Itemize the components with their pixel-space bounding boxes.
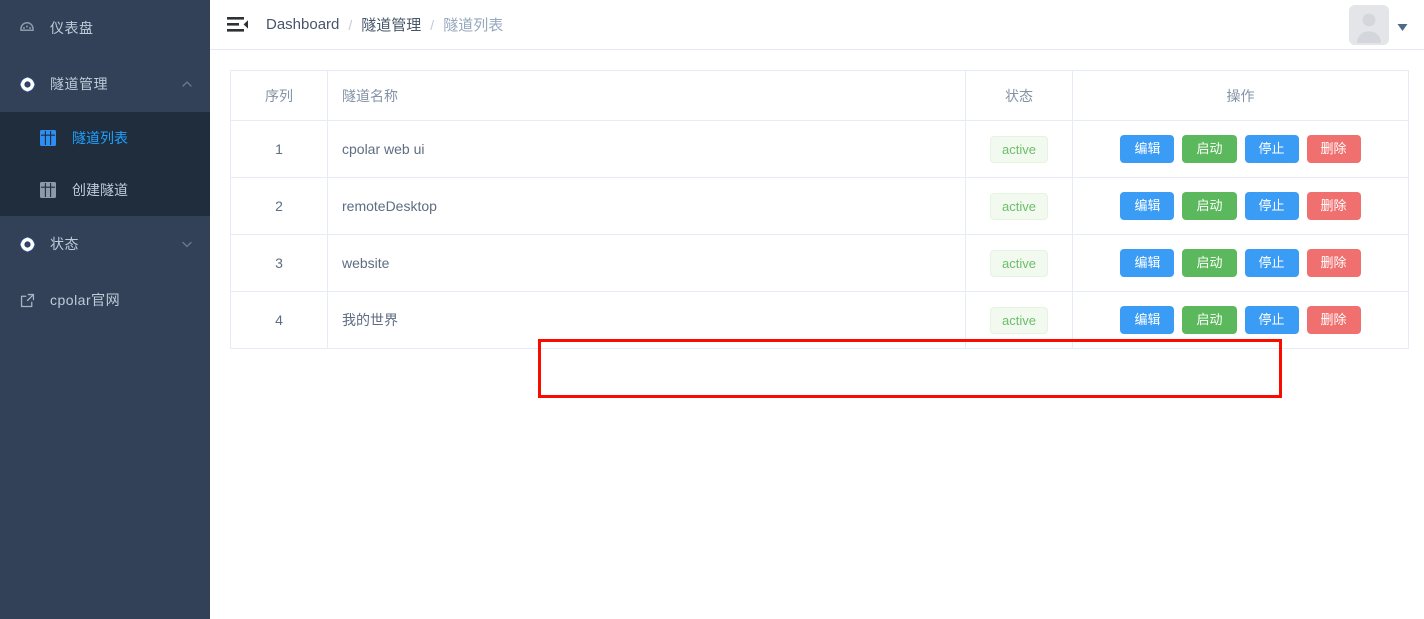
cell-seq: 4 (230, 291, 328, 349)
table-row[interactable]: 2 remoteDesktop active 编辑 启动 停止 删除 (230, 177, 1409, 235)
sidebar-item-tunnel-manage[interactable]: 隧道管理 (0, 56, 210, 112)
sidebar-item-dashboard[interactable]: 仪表盘 (0, 0, 210, 56)
grid-icon (38, 128, 58, 148)
sidebar-item-cpolar-website[interactable]: cpolar官网 (0, 272, 210, 328)
main-area: Dashboard / 隧道管理 / 隧道列表 序列 隧道名称 状态 操作 1 … (210, 0, 1424, 619)
action-button-group: 编辑 启动 停止 删除 (1073, 134, 1408, 164)
table-row[interactable]: 3 website active 编辑 启动 停止 删除 (230, 234, 1409, 292)
topbar: Dashboard / 隧道管理 / 隧道列表 (210, 0, 1424, 50)
chevron-down-icon (180, 237, 194, 251)
cell-actions: 编辑 启动 停止 删除 (1072, 291, 1409, 349)
stop-button[interactable]: 停止 (1244, 134, 1299, 164)
start-button[interactable]: 启动 (1182, 305, 1237, 335)
hamburger-collapse-icon[interactable] (224, 12, 250, 38)
breadcrumb-item-tunnel-list: 隧道列表 (443, 17, 504, 34)
cell-name: cpolar web ui (327, 120, 966, 178)
column-header-seq: 序列 (230, 70, 328, 121)
sidebar-item-label: 隧道管理 (50, 76, 108, 92)
cell-seq: 2 (230, 177, 328, 235)
breadcrumb-separator: / (348, 16, 353, 33)
cell-seq: 1 (230, 120, 328, 178)
breadcrumb-item-dashboard[interactable]: Dashboard (266, 16, 339, 33)
grid-icon (38, 180, 58, 200)
table-row[interactable]: 1 cpolar web ui active 编辑 启动 停止 删除 (230, 120, 1409, 178)
caret-down-icon[interactable] (1397, 19, 1409, 31)
sidebar-item-tunnel-list[interactable]: 隧道列表 (0, 112, 210, 164)
cell-state: active (965, 234, 1073, 292)
edit-button[interactable]: 编辑 (1120, 191, 1175, 221)
chevron-up-icon (180, 77, 194, 91)
cell-name: remoteDesktop (327, 177, 966, 235)
delete-button[interactable]: 删除 (1306, 248, 1361, 278)
stop-button[interactable]: 停止 (1244, 191, 1299, 221)
cell-state: active (965, 177, 1073, 235)
breadcrumb-item-tunnel-manage[interactable]: 隧道管理 (361, 14, 421, 35)
sidebar: 仪表盘 隧道管理 隧道列表 创建隧道 状态 cpolar官网 (0, 0, 210, 619)
table-header-row: 序列 隧道名称 状态 操作 (230, 70, 1409, 121)
sidebar-item-label: 仪表盘 (50, 20, 94, 36)
delete-button[interactable]: 删除 (1306, 191, 1361, 221)
status-icon (16, 233, 38, 255)
cell-state: active (965, 291, 1073, 349)
cell-actions: 编辑 启动 停止 删除 (1072, 120, 1409, 178)
sidebar-item-label: cpolar官网 (50, 292, 121, 308)
content-area: 序列 隧道名称 状态 操作 1 cpolar web ui active 编辑 … (210, 50, 1424, 619)
start-button[interactable]: 启动 (1182, 191, 1237, 221)
user-menu[interactable] (1349, 4, 1413, 45)
user-avatar-placeholder[interactable] (1349, 4, 1389, 45)
status-badge: active (990, 192, 1048, 220)
cell-name: 我的世界 (327, 291, 966, 349)
cell-state: active (965, 120, 1073, 178)
tunnel-manage-icon (16, 73, 38, 95)
status-badge: active (990, 249, 1048, 277)
sidebar-item-status[interactable]: 状态 (0, 216, 210, 272)
start-button[interactable]: 启动 (1182, 248, 1237, 278)
sidebar-item-label: 状态 (50, 236, 79, 252)
action-button-group: 编辑 启动 停止 删除 (1073, 248, 1408, 278)
tunnel-list-table: 序列 隧道名称 状态 操作 1 cpolar web ui active 编辑 … (230, 70, 1409, 349)
delete-button[interactable]: 删除 (1306, 305, 1361, 335)
status-badge: active (990, 306, 1048, 334)
column-header-ops: 操作 (1072, 70, 1409, 121)
sidebar-submenu-tunnel-manage: 隧道列表 创建隧道 (0, 112, 210, 216)
table-row[interactable]: 4 我的世界 active 编辑 启动 停止 删除 (230, 291, 1409, 349)
sidebar-item-label: 隧道列表 (72, 130, 128, 146)
cell-name: website (327, 234, 966, 292)
action-button-group: 编辑 启动 停止 删除 (1073, 191, 1408, 221)
stop-button[interactable]: 停止 (1244, 305, 1299, 335)
external-link-icon (16, 289, 38, 311)
edit-button[interactable]: 编辑 (1120, 305, 1175, 335)
sidebar-item-label: 创建隧道 (72, 182, 128, 198)
status-badge: active (990, 135, 1048, 163)
table-body: 1 cpolar web ui active 编辑 启动 停止 删除 2 rem… (230, 120, 1409, 349)
stop-button[interactable]: 停止 (1244, 248, 1299, 278)
delete-button[interactable]: 删除 (1306, 134, 1361, 164)
app-root: 仪表盘 隧道管理 隧道列表 创建隧道 状态 cpolar官网 Dashboard… (0, 0, 1424, 619)
cell-actions: 编辑 启动 停止 删除 (1072, 234, 1409, 292)
start-button[interactable]: 启动 (1182, 134, 1237, 164)
dashboard-icon (16, 17, 38, 39)
edit-button[interactable]: 编辑 (1120, 134, 1175, 164)
action-button-group: 编辑 启动 停止 删除 (1073, 305, 1408, 335)
breadcrumb-separator: / (430, 16, 435, 33)
cell-seq: 3 (230, 234, 328, 292)
sidebar-item-create-tunnel[interactable]: 创建隧道 (0, 164, 210, 216)
breadcrumb: Dashboard / 隧道管理 / 隧道列表 (266, 14, 503, 35)
column-header-name: 隧道名称 (327, 70, 966, 121)
cell-actions: 编辑 启动 停止 删除 (1072, 177, 1409, 235)
table-head: 序列 隧道名称 状态 操作 (230, 70, 1409, 121)
edit-button[interactable]: 编辑 (1120, 248, 1175, 278)
column-header-state: 状态 (965, 70, 1073, 121)
